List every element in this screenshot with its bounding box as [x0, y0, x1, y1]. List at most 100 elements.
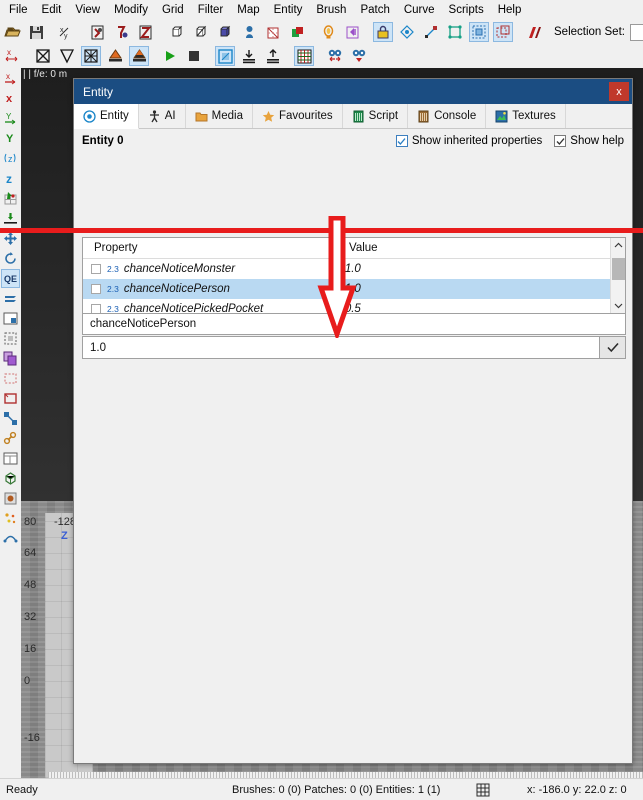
align-up-icon[interactable]	[263, 46, 283, 66]
show-help-checkbox[interactable]: Show help	[554, 135, 624, 147]
brush-solid-icon[interactable]	[215, 22, 235, 42]
menu-item-brush[interactable]: Brush	[309, 2, 353, 18]
stop-icon[interactable]	[184, 46, 204, 66]
flip-horizontal-icon[interactable]: x	[2, 46, 22, 66]
tab-entity[interactable]: Entity	[74, 104, 139, 129]
svg-text:Y: Y	[6, 133, 14, 145]
menu-item-entity[interactable]: Entity	[267, 2, 310, 18]
brush-outline-icon[interactable]	[1, 369, 20, 388]
cut-plane-icon[interactable]	[524, 22, 544, 42]
clone-icon[interactable]	[1, 349, 20, 368]
cone-invert-icon[interactable]	[129, 46, 149, 66]
flip-xy-icon[interactable]: xy	[57, 22, 77, 42]
show-inherited-properties-checkbox[interactable]: Show inherited properties	[395, 135, 542, 147]
sound-icon[interactable]	[342, 22, 362, 42]
patch-cylinder-icon[interactable]	[81, 46, 101, 66]
decal-icon[interactable]	[1, 489, 20, 508]
qe-tool-icon[interactable]: QE	[1, 269, 20, 288]
row-checkbox[interactable]	[91, 264, 101, 274]
patch-bevel-icon[interactable]	[33, 46, 53, 66]
tab-favourites[interactable]: Favourites	[252, 104, 343, 128]
dialog-title-bar[interactable]: Entity x	[74, 79, 632, 104]
rotate-tool-icon[interactable]	[1, 249, 20, 268]
scroll-up-icon[interactable]	[611, 238, 625, 253]
grid-toggle-icon[interactable]	[294, 46, 314, 66]
tab-console[interactable]: Console	[408, 104, 487, 128]
brush-prism-icon[interactable]	[191, 22, 211, 42]
annotation-arrow-icon	[313, 215, 361, 343]
rotate-z-icon[interactable]	[136, 22, 156, 42]
patch-tool-icon[interactable]	[1, 529, 20, 548]
ruler-tick: 48	[24, 579, 37, 591]
csg-subtract-icon[interactable]	[287, 22, 307, 42]
particle-icon[interactable]	[1, 509, 20, 528]
tab-ai[interactable]: AI	[138, 104, 186, 128]
clipper-icon[interactable]	[263, 22, 283, 42]
menu-item-help[interactable]: Help	[491, 2, 529, 18]
drop-to-floor-icon[interactable]	[1, 209, 20, 228]
rotate-y-axis-icon[interactable]: Y	[1, 109, 20, 128]
scrollbar-thumb[interactable]	[612, 258, 625, 280]
console-window-icon[interactable]	[1, 309, 20, 328]
column-header-value[interactable]: Value	[341, 242, 625, 254]
select-complete-icon[interactable]	[469, 22, 489, 42]
menu-item-map[interactable]: Map	[230, 2, 266, 18]
model-icon[interactable]	[1, 469, 20, 488]
menu-item-scripts[interactable]: Scripts	[442, 2, 491, 18]
selection-set-input[interactable]	[629, 23, 643, 41]
entity-dialog: Entity x Entity AI Media Favourites Scri…	[73, 78, 633, 800]
row-checkbox[interactable]	[91, 284, 101, 294]
filter-view-icon[interactable]	[349, 46, 369, 66]
align-down-icon[interactable]	[239, 46, 259, 66]
edge-edit-icon[interactable]	[421, 22, 441, 42]
cubic-clip-icon[interactable]	[325, 46, 345, 66]
entity-inspector-icon[interactable]	[1, 449, 20, 468]
main-toolbar: xy Selection Set:	[0, 20, 643, 44]
rotate-x-icon[interactable]	[88, 22, 108, 42]
tab-media[interactable]: Media	[185, 104, 253, 128]
flip-z-axis-icon[interactable]: z	[1, 169, 20, 188]
snap-to-grid-icon[interactable]	[1, 189, 20, 208]
vertex-edit-icon[interactable]	[397, 22, 417, 42]
star-icon	[262, 110, 275, 123]
menu-item-edit[interactable]: Edit	[35, 2, 69, 18]
rotate-x-axis-icon[interactable]: x	[1, 69, 20, 88]
entity-pawn-icon[interactable]	[239, 22, 259, 42]
close-icon[interactable]: x	[609, 82, 629, 101]
texture-window-icon[interactable]	[215, 46, 235, 66]
ruler-tick: 16	[24, 643, 37, 655]
menu-item-view[interactable]: View	[68, 2, 107, 18]
menu-item-grid[interactable]: Grid	[155, 2, 191, 18]
scroll-down-icon[interactable]	[611, 298, 625, 313]
face-edit-icon[interactable]	[445, 22, 465, 42]
apply-value-button[interactable]	[600, 336, 626, 359]
menu-item-file[interactable]: File	[2, 2, 35, 18]
open-map-icon[interactable]	[2, 22, 22, 42]
rotate-z-axis-icon[interactable]: z	[1, 149, 20, 168]
texture-flip-icon[interactable]	[1, 289, 20, 308]
patch-endcap-icon[interactable]	[57, 46, 77, 66]
tab-console-label: Console	[434, 110, 477, 122]
menu-item-curve[interactable]: Curve	[397, 2, 442, 18]
menu-item-patch[interactable]: Patch	[353, 2, 396, 18]
menu-item-filter[interactable]: Filter	[191, 2, 231, 18]
link-icon[interactable]	[1, 429, 20, 448]
connect-entity-icon[interactable]	[1, 409, 20, 428]
rotate-y-icon[interactable]	[112, 22, 132, 42]
marquee-select-icon[interactable]	[1, 329, 20, 348]
tab-script[interactable]: Script	[342, 104, 409, 128]
lock-texture-icon[interactable]	[373, 22, 393, 42]
light-icon[interactable]	[318, 22, 338, 42]
brush-cube-icon[interactable]	[167, 22, 187, 42]
brush-fill-icon[interactable]	[1, 389, 20, 408]
flip-y-axis-icon[interactable]: Y	[1, 129, 20, 148]
column-header-property[interactable]: Property	[83, 238, 341, 259]
tab-textures[interactable]: Textures	[486, 104, 566, 128]
play-icon[interactable]	[160, 46, 180, 66]
menu-item-modify[interactable]: Modify	[107, 2, 155, 18]
flip-x-axis-icon[interactable]: x	[1, 89, 20, 108]
select-touching-icon[interactable]	[493, 22, 513, 42]
save-map-icon[interactable]	[26, 22, 46, 42]
property-grid-scrollbar[interactable]	[610, 238, 625, 313]
cone-cap-icon[interactable]	[105, 46, 125, 66]
